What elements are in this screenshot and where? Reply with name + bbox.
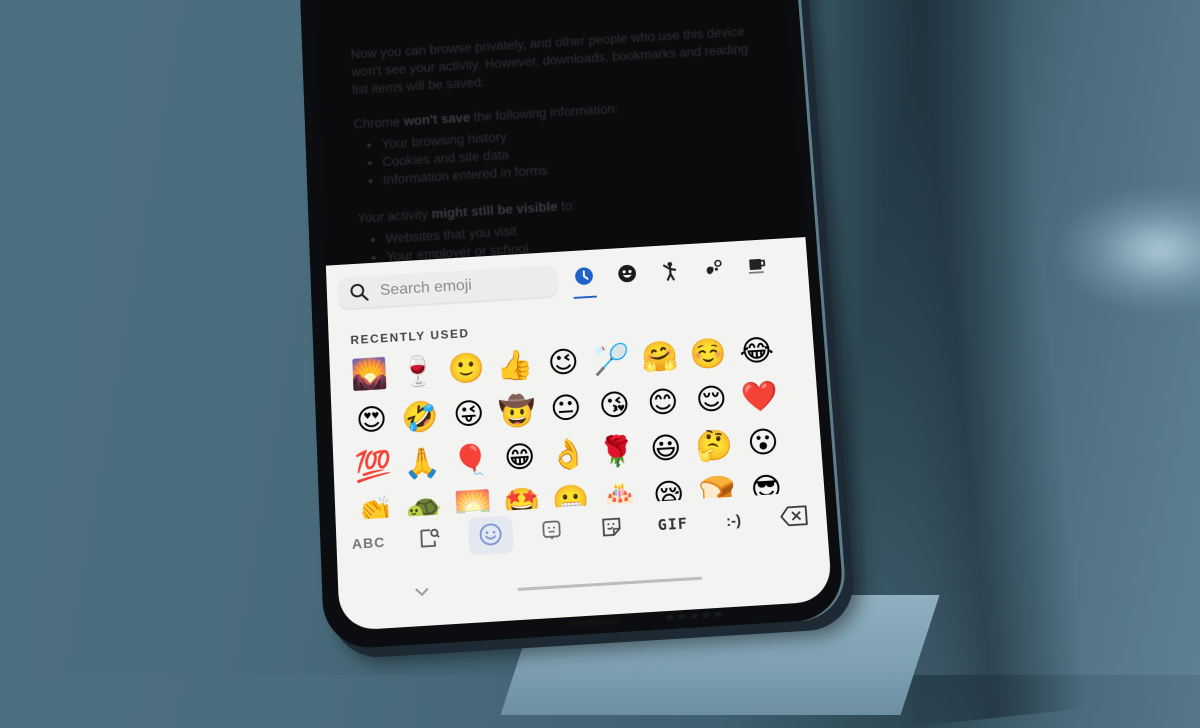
emoji-key[interactable]: 😌 [686, 376, 737, 425]
abc-button[interactable]: ABC [346, 523, 392, 564]
backspace-icon [778, 504, 810, 531]
emoji-key[interactable]: 😐 [541, 384, 591, 433]
emoji-key[interactable]: 👌 [543, 430, 593, 479]
sticker-icon [599, 514, 625, 542]
text: the following information: [469, 101, 619, 125]
emoji-key[interactable]: 🤔 [689, 421, 740, 470]
emoji-key[interactable]: 😃 [641, 424, 692, 473]
emoji-key[interactable]: 😘 [589, 381, 639, 430]
bold-text: won't save [403, 110, 471, 129]
tab-recent[interactable] [570, 265, 599, 299]
emoji-key[interactable]: 🤗 [635, 333, 685, 381]
emoji-key[interactable]: 😁 [495, 433, 545, 482]
speaker-grille [678, 613, 686, 620]
emoji-key[interactable]: 😮 [738, 419, 789, 468]
chevron-down-icon[interactable] [415, 583, 430, 600]
cup-icon [745, 255, 768, 282]
nature-icon [702, 257, 725, 284]
smiley-icon [616, 262, 639, 289]
gif-button[interactable]: GIF [650, 504, 696, 544]
sticker-search-icon [417, 525, 442, 553]
emoji-key[interactable]: 🤣 [395, 393, 445, 442]
emoji-key[interactable]: 😂 [731, 327, 782, 375]
emoji-key[interactable]: 🙏 [397, 439, 447, 488]
person-icon [659, 260, 682, 287]
recent-emoji-grid: 🌄 🍷 🙂 👍 😉 🏸 🤗 ☺️ 😂 😍 🤣 😜 🤠 😐 😘 😊 😌 ❤️ 💯 [345, 327, 801, 520]
emoji-key[interactable]: ☺️ [683, 330, 733, 378]
tab-people[interactable] [656, 260, 685, 290]
emoji-key[interactable]: 😜 [444, 390, 494, 439]
emoji-key[interactable]: 🌹 [592, 427, 642, 476]
emoticon-button[interactable]: :-) [710, 500, 756, 540]
tab-food[interactable] [742, 255, 771, 285]
backspace-button[interactable] [771, 497, 818, 537]
emoji-keyboard: Search emoji RECENTLY USED 🌄 🍷 🙂 👍 😉 🏸 🤗… [325, 237, 833, 632]
emoji-key[interactable]: 🌄 [345, 350, 394, 399]
incognito-paragraph: Now you can browse privately, and other … [350, 24, 749, 97]
speaker-grille [690, 613, 698, 619]
smiley-face-icon [477, 520, 504, 550]
recently-used-label: RECENTLY USED [350, 326, 470, 348]
bitmoji-icon [539, 518, 562, 546]
emoji-key[interactable]: 🎈 [446, 436, 496, 485]
emoji-search-input[interactable]: Search emoji [338, 265, 558, 310]
clock-icon [573, 265, 596, 292]
sticker-search-button[interactable] [407, 519, 453, 560]
text: Chrome [353, 114, 405, 132]
gesture-nav-bar[interactable] [517, 576, 703, 591]
tab-nature[interactable] [699, 257, 728, 287]
emoji-key[interactable]: 💯 [349, 442, 399, 491]
bold-text: might still be visible [431, 199, 558, 222]
background-light [1060, 190, 1200, 310]
speaker-grille [702, 612, 710, 618]
emoji-category-tabs [570, 255, 772, 299]
keyboard-header: Search emoji [338, 250, 809, 316]
speaker-grille [666, 614, 674, 621]
phone: Now you can browse privately, and other … [233, 0, 921, 685]
tab-smileys[interactable] [613, 262, 642, 292]
emoji-key[interactable]: 👍 [490, 342, 540, 390]
sticker-button[interactable] [589, 508, 635, 548]
text: Your activity [357, 206, 432, 226]
emoji-key[interactable]: 😊 [638, 379, 688, 428]
emoji-tab-button[interactable] [467, 515, 514, 556]
search-placeholder: Search emoji [379, 277, 473, 299]
emoji-key[interactable]: 🙂 [442, 345, 492, 393]
search-icon [344, 282, 374, 303]
phone-screen: Now you can browse privately, and other … [315, 0, 833, 632]
active-tab-indicator [573, 295, 598, 299]
emoji-key[interactable]: 🤠 [492, 387, 542, 436]
emoji-key[interactable]: 🏸 [587, 336, 637, 384]
emoji-key[interactable]: 🍷 [393, 347, 442, 396]
bitmoji-button[interactable] [528, 512, 574, 552]
emoji-key[interactable]: 😍 [347, 396, 397, 445]
emoji-key[interactable]: 👏 [350, 488, 400, 520]
emoji-key[interactable]: 😉 [538, 339, 588, 387]
text: to: [557, 198, 577, 214]
speaker-grille [714, 611, 722, 618]
emoji-key[interactable]: ❤️ [735, 373, 786, 422]
